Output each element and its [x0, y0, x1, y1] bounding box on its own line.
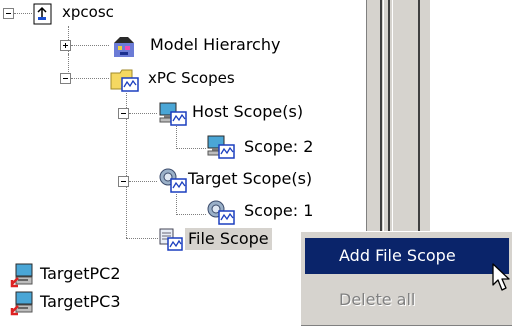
tree-label: Target Scope(s)	[188, 169, 313, 188]
tree-label: Scope: 1	[244, 201, 314, 220]
file-scope-icon	[158, 228, 184, 256]
menu-item-add-file-scope[interactable]: Add File Scope	[305, 238, 509, 274]
tree-label: Model Hierarchy	[150, 35, 281, 54]
mouse-cursor-icon	[492, 263, 512, 297]
tree-node-host-scope-2[interactable]: Scope: 2	[206, 134, 316, 160]
tree-label: Host Scope(s)	[192, 102, 304, 121]
model-hierarchy-icon	[110, 35, 138, 63]
scopes-folder-icon	[110, 67, 140, 97]
tree-node-targetpc3[interactable]: TargetPC3	[10, 290, 170, 316]
xpc-scopes-collapse-toggle[interactable]	[60, 73, 71, 84]
target-scope-icon	[158, 168, 188, 198]
host-scopes-collapse-toggle[interactable]	[118, 108, 129, 119]
target-scopes-collapse-toggle[interactable]	[118, 176, 129, 187]
target-pc-icon	[10, 262, 36, 292]
host-scope-icon	[158, 101, 188, 131]
tree-label: TargetPC3	[40, 292, 121, 311]
menu-item-delete-all[interactable]: Delete all	[305, 282, 509, 318]
target-scope-icon	[206, 200, 236, 230]
model-file-icon	[32, 3, 54, 29]
tree-node-model-hierarchy[interactable]: Model Hierarchy	[110, 34, 320, 60]
host-scope-icon	[206, 134, 236, 164]
model-hierarchy-expand-toggle[interactable]	[60, 40, 71, 51]
target-pc-icon	[10, 290, 36, 320]
tree-node-target-scope-1[interactable]: Scope: 1	[206, 200, 316, 226]
context-menu: Add File Scope Delete all	[300, 231, 512, 326]
tree-label: xpcosc	[62, 3, 114, 21]
tree-node-xpcosc[interactable]: xpcosc	[32, 3, 152, 29]
tree-node-file-scopes[interactable]: File Scope	[158, 228, 308, 254]
root-collapse-toggle[interactable]	[3, 8, 14, 19]
tree-label: TargetPC2	[40, 264, 121, 283]
tree-label: xPC Scopes	[148, 69, 235, 87]
tree-label: File Scope	[185, 228, 272, 250]
tree-node-host-scopes[interactable]: Host Scope(s)	[158, 101, 338, 127]
tree-node-targetpc2[interactable]: TargetPC2	[10, 262, 170, 288]
pane-splitter[interactable]	[366, 0, 430, 240]
tree-node-target-scopes[interactable]: Target Scope(s)	[158, 168, 368, 194]
tree-label: Scope: 2	[244, 137, 314, 156]
tree-node-xpc-scopes[interactable]: xPC Scopes	[110, 67, 270, 93]
